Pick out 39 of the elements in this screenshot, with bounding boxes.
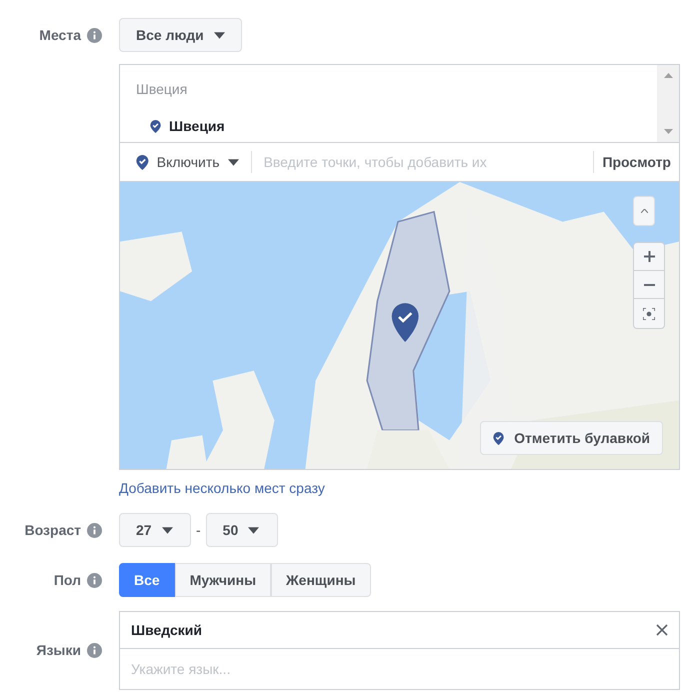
field-label: Пол bbox=[54, 570, 81, 590]
drop-pin-button[interactable]: Отметить булавкой bbox=[480, 421, 663, 455]
scroll-up-icon[interactable] bbox=[664, 73, 672, 78]
caret-icon bbox=[228, 158, 239, 166]
bulk-add-link[interactable]: Добавить несколько мест сразу bbox=[119, 478, 680, 499]
caret-icon bbox=[214, 32, 225, 38]
location-search-field[interactable]: Введите точки, чтобы добавить их bbox=[252, 152, 594, 172]
pin-icon bbox=[136, 154, 149, 170]
chevron-up-icon bbox=[640, 209, 648, 213]
info-icon[interactable] bbox=[87, 642, 102, 658]
age-max-dropdown[interactable]: 50 bbox=[206, 513, 278, 547]
scroll-down-icon[interactable] bbox=[664, 129, 672, 134]
info-icon[interactable] bbox=[87, 522, 102, 538]
location-item[interactable]: Швеция bbox=[169, 116, 225, 137]
caret-icon bbox=[248, 526, 260, 534]
pin-icon bbox=[150, 120, 162, 133]
audience-dropdown[interactable]: Все люди bbox=[119, 18, 242, 52]
browse-button[interactable]: Просмотр bbox=[594, 152, 679, 172]
field-label: Возраст bbox=[24, 520, 81, 540]
field-label: Языки bbox=[36, 640, 81, 660]
include-dropdown[interactable]: Включить bbox=[120, 152, 251, 172]
target-icon bbox=[643, 308, 655, 320]
close-icon[interactable] bbox=[656, 624, 668, 636]
gender-option[interactable]: Все bbox=[119, 563, 175, 597]
caret-icon bbox=[162, 526, 173, 534]
field-label: Места bbox=[39, 26, 81, 44]
group-header: Швеция bbox=[136, 80, 188, 99]
minus-icon bbox=[644, 284, 654, 286]
gender-option[interactable]: Мужчины bbox=[174, 563, 272, 597]
plus-icon bbox=[644, 251, 654, 262]
info-icon[interactable] bbox=[87, 572, 102, 588]
language-tag: Шведский bbox=[131, 620, 202, 640]
pin-icon bbox=[493, 432, 504, 444]
age-min-dropdown[interactable]: 27 bbox=[119, 513, 191, 547]
gender-option[interactable]: Женщины bbox=[271, 563, 371, 597]
language-field[interactable]: Укажите язык... bbox=[119, 649, 680, 690]
info-icon[interactable] bbox=[87, 28, 102, 42]
scrollbar[interactable] bbox=[657, 65, 679, 142]
range-dash: - bbox=[196, 520, 201, 540]
